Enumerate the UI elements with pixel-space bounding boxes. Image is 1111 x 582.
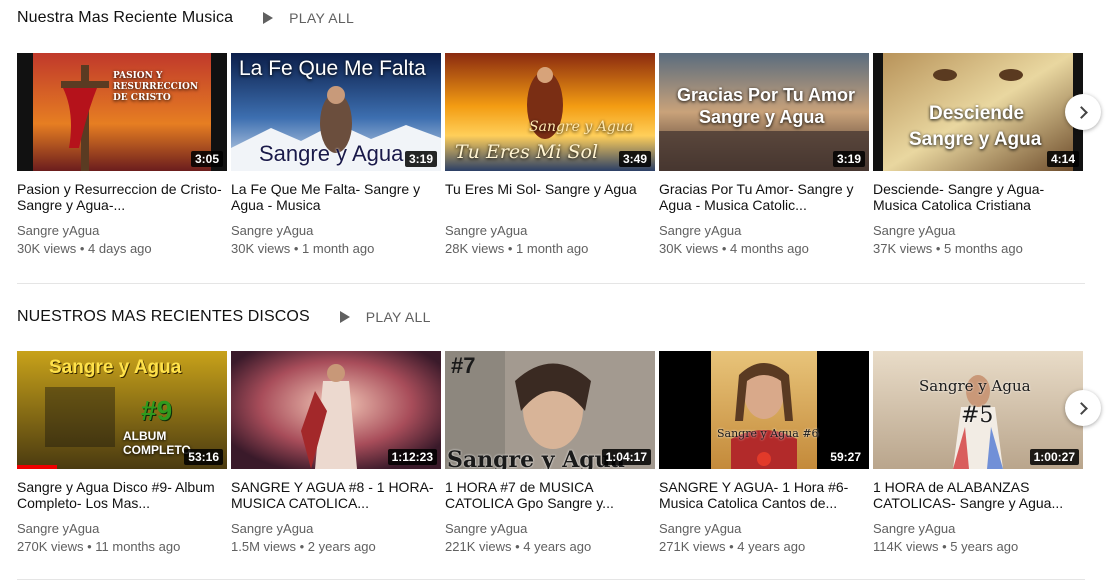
thumbnail-overlay-bottom: Tu Eres Mi Sol (455, 141, 599, 163)
video-thumbnail[interactable]: PASION Y RESURRECCION DE CRISTO 3:05 (17, 53, 227, 171)
thumbnail-overlay-top: Sangre y Agua (919, 377, 1031, 395)
video-meta: 30K views • 1 month ago (231, 241, 375, 256)
video-title[interactable]: Desciende- Sangre y Agua- Musica Catolic… (873, 181, 1083, 213)
video-title[interactable]: Tu Eres Mi Sol- Sangre y Agua (445, 181, 655, 213)
thumbnail-overlay-bottom: Sangre y Agua #6 (717, 427, 819, 440)
thumbnail-overlay-top: La Fe Que Me Falta (239, 57, 426, 80)
video-duration: 4:14 (1046, 151, 1079, 167)
video-title[interactable]: Gracias Por Tu Amor- Sangre y Agua - Mus… (659, 181, 869, 213)
video-card[interactable]: Gracias Por Tu Amor Sangre y Agua 3:19 G… (659, 53, 869, 258)
channel-name[interactable]: Sangre yAgua (445, 222, 655, 240)
video-meta: 30K views • 4 days ago (17, 241, 152, 256)
video-meta: 221K views • 4 years ago (445, 539, 592, 554)
video-meta: 28K views • 1 month ago (445, 241, 589, 256)
shelf-header: NUESTROS MAS RECIENTES DISCOS PLAY ALL (17, 305, 431, 329)
channel-name[interactable]: Sangre yAgua (231, 520, 441, 538)
play-triangle-icon (263, 12, 274, 24)
channel-name[interactable]: Sangre yAgua (659, 520, 869, 538)
video-meta: 271K views • 4 years ago (659, 539, 806, 554)
video-thumbnail[interactable]: Sangre y Agua #9 ALBUM COMPLETO 53:16 (17, 351, 227, 469)
thumbnail-overlay-mid: #5 (961, 403, 994, 428)
shelf-title: NUESTROS MAS RECIENTES DISCOS (17, 308, 310, 325)
thumbnail-overlay-top: Gracias Por Tu Amor (677, 85, 856, 105)
channel-name[interactable]: Sangre yAgua (659, 222, 869, 240)
video-meta: 114K views • 5 years ago (873, 539, 1019, 554)
thumbnail-overlay-bottom: Sangre y Agua (909, 129, 1042, 150)
video-duration: 1:00:27 (1029, 449, 1079, 465)
shelf-divider (17, 283, 1085, 284)
thumbnail-overlay-bottom: ALBUM COMPLETO (123, 429, 191, 457)
thumbnail-overlay-bottom: Sangre y Agua (259, 141, 404, 166)
video-title[interactable]: 1 HORA #7 de MUSICA CATOLICA Gpo Sangre … (445, 479, 655, 511)
video-thumbnail[interactable]: 1:12:23 (231, 351, 441, 469)
video-duration: 3:19 (832, 151, 865, 167)
play-all-button[interactable]: PLAY ALL (263, 10, 354, 26)
channel-name[interactable]: Sangre yAgua (17, 520, 227, 538)
play-all-button[interactable]: PLAY ALL (339, 309, 431, 325)
thumbnail-overlay-mid: #9 (141, 395, 173, 426)
video-row: PASION Y RESURRECCION DE CRISTO 3:05 Pas… (17, 53, 1111, 256)
next-arrow-button[interactable] (1065, 390, 1101, 426)
video-duration: 53:16 (184, 449, 223, 465)
chevron-right-icon (1075, 401, 1088, 415)
video-duration: 59:27 (826, 449, 865, 465)
video-duration: 3:49 (618, 151, 651, 167)
video-duration: 3:05 (190, 151, 223, 167)
play-triangle-icon (339, 311, 350, 323)
chevron-right-icon (1075, 105, 1088, 119)
video-card[interactable]: Desciende Sangre y Agua 4:14 Desciende- … (873, 53, 1083, 258)
thumbnail-overlay-top: Desciende (929, 103, 1025, 124)
video-meta: 1.5M views • 2 years ago (231, 539, 376, 554)
thumbnail-overlay-text: PASION Y RESURRECCION DE CRISTO (113, 71, 199, 103)
video-title[interactable]: Pasion y Resurreccion de Cristo- Sangre … (17, 181, 227, 213)
video-thumbnail[interactable]: Gracias Por Tu Amor Sangre y Agua 3:19 (659, 53, 869, 171)
video-title[interactable]: La Fe Que Me Falta- Sangre y Agua - Musi… (231, 181, 441, 213)
channel-name[interactable]: Sangre yAgua (231, 222, 441, 240)
channel-name[interactable]: Sangre yAgua (873, 222, 1083, 240)
video-meta: 270K views • 11 months ago (17, 539, 181, 554)
video-card[interactable]: PASION Y RESURRECCION DE CRISTO 3:05 Pas… (17, 53, 227, 258)
shelf-title: Nuestra Mas Reciente Musica (17, 9, 234, 26)
video-card[interactable]: Sangre y Agua #9 ALBUM COMPLETO 53:16 Sa… (17, 351, 227, 556)
video-duration: 3:19 (404, 151, 437, 167)
channel-name[interactable]: Sangre yAgua (17, 222, 227, 240)
video-thumbnail[interactable]: Sangre y Agua #6 59:27 (659, 351, 869, 469)
video-title[interactable]: Sangre y Agua Disco #9- Album Completo- … (17, 479, 227, 511)
video-card[interactable]: Sangre y Agua #5 1:00:27 1 HORA de ALABA… (873, 351, 1083, 556)
video-thumbnail[interactable]: Desciende Sangre y Agua 4:14 (873, 53, 1083, 171)
video-card[interactable]: Sangre y Agua Tu Eres Mi Sol 3:49 Tu Ere… (445, 53, 655, 258)
thumbnail-overlay-top: Sangre y Agua (529, 119, 634, 135)
video-meta: 37K views • 5 months ago (873, 241, 1023, 256)
video-thumbnail[interactable]: #7 Sangre y Agua 1:04:17 (445, 351, 655, 469)
video-thumbnail[interactable]: Sangre y Agua #5 1:00:27 (873, 351, 1083, 469)
channel-name[interactable]: Sangre yAgua (873, 520, 1083, 538)
video-duration: 1:12:23 (387, 449, 437, 465)
video-card[interactable]: Sangre y Agua #6 59:27 SANGRE Y AGUA- 1 … (659, 351, 869, 556)
video-card[interactable]: 1:12:23 SANGRE Y AGUA #8 - 1 HORA- MUSIC… (231, 351, 441, 556)
thumbnail-overlay-bottom: Sangre y Agua (447, 447, 625, 469)
video-title[interactable]: SANGRE Y AGUA #8 - 1 HORA- MUSICA CATOLI… (231, 479, 441, 511)
video-row: Sangre y Agua #9 ALBUM COMPLETO 53:16 Sa… (17, 351, 1111, 554)
thumbnail-overlay-top: #7 (451, 353, 476, 378)
play-all-label: PLAY ALL (365, 309, 431, 325)
video-meta: 30K views • 4 months ago (659, 241, 809, 256)
channel-name[interactable]: Sangre yAgua (445, 520, 655, 538)
thumbnail-overlay-bottom: Sangre y Agua (699, 107, 825, 127)
shelf-header: Nuestra Mas Reciente Musica PLAY ALL (17, 6, 354, 30)
shelf-divider (17, 579, 1085, 580)
video-thumbnail[interactable]: La Fe Que Me Falta Sangre y Agua 3:19 (231, 53, 441, 171)
play-all-label: PLAY ALL (289, 10, 355, 26)
video-thumbnail[interactable]: Sangre y Agua Tu Eres Mi Sol 3:49 (445, 53, 655, 171)
watch-progress-bar (17, 465, 57, 469)
video-card[interactable]: #7 Sangre y Agua 1:04:17 1 HORA #7 de MU… (445, 351, 655, 556)
next-arrow-button[interactable] (1065, 94, 1101, 130)
video-duration: 1:04:17 (601, 449, 651, 465)
thumbnail-overlay-top: Sangre y Agua (49, 357, 182, 378)
video-title[interactable]: SANGRE Y AGUA- 1 Hora #6- Musica Catolic… (659, 479, 869, 511)
video-title[interactable]: 1 HORA de ALABANZAS CATOLICAS- Sangre y … (873, 479, 1083, 511)
video-card[interactable]: La Fe Que Me Falta Sangre y Agua 3:19 La… (231, 53, 441, 258)
